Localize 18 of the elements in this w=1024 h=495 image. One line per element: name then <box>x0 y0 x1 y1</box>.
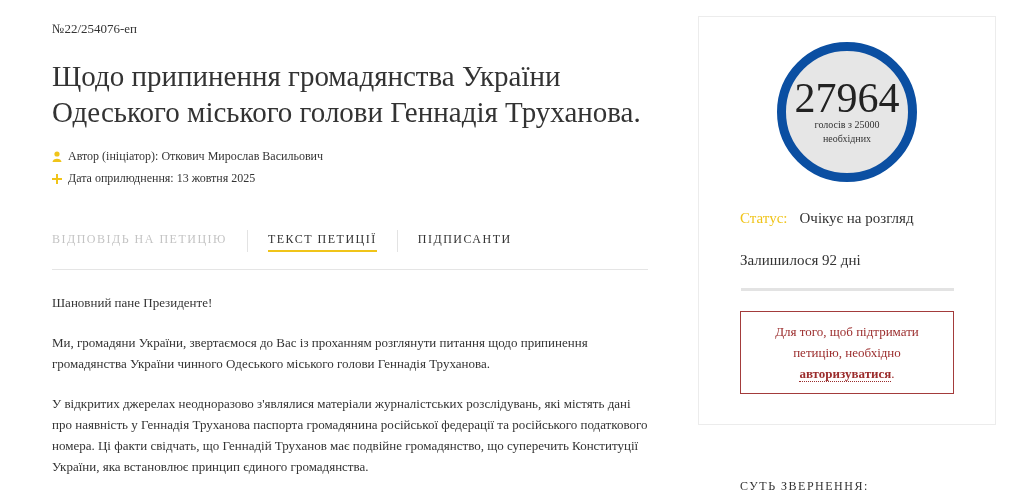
status-label: Статус: <box>740 209 788 228</box>
login-notice: Для того, щоб підтримати петицію, необхідно авторизуватися. <box>740 311 954 394</box>
petition-number: №22/254076-еп <box>52 20 139 38</box>
vote-count: 27964 <box>794 78 900 118</box>
petition-paragraph: У відкритих джерелах неодноразово з'являлися матеріали журналістських розслідувань, які містять дані про наявність у Геннадія Труханова паспорта громадянина російської федерації та російського податкового номера. Ці факти свідчать, що Геннадій Труханов має подвійне громадянство, що суперечить Конституції України, яка встановлює принцип єдиного громадянства. <box>52 395 648 476</box>
petition-title: Щодо припинення громадянства України Одеського міського голови Геннадія Труханова. <box>52 59 642 130</box>
petition-paragraph: Ми, громадяни України, звертаємося до Вас із проханням розглянути питання щодо припинення громадянства України чинного Одеського міського голови Геннадія Труханова. <box>52 334 589 373</box>
tab[interactable]: ПІДПИСАНТИ <box>417 230 512 252</box>
section-heading: СУТЬ ЗВЕРНЕННЯ: <box>740 478 870 495</box>
petition-paragraph: Шановний пане Президенте! <box>52 294 214 312</box>
days-remaining: Залишилося 92 дні <box>740 250 861 270</box>
person-icon <box>52 151 62 162</box>
plus-icon <box>52 173 62 184</box>
status-value: Очікує на розгляд <box>799 209 914 228</box>
meta-text: Автор (ініціатор): Откович Мирослав Васильович <box>68 149 323 164</box>
meta-text: Дата оприлюднення: 13 жовтня 2025 <box>68 171 256 186</box>
tab[interactable]: ТЕКСТ ПЕТИЦІЇ <box>267 230 377 252</box>
vote-caption: голосів з 25000 необхідних <box>813 118 881 146</box>
